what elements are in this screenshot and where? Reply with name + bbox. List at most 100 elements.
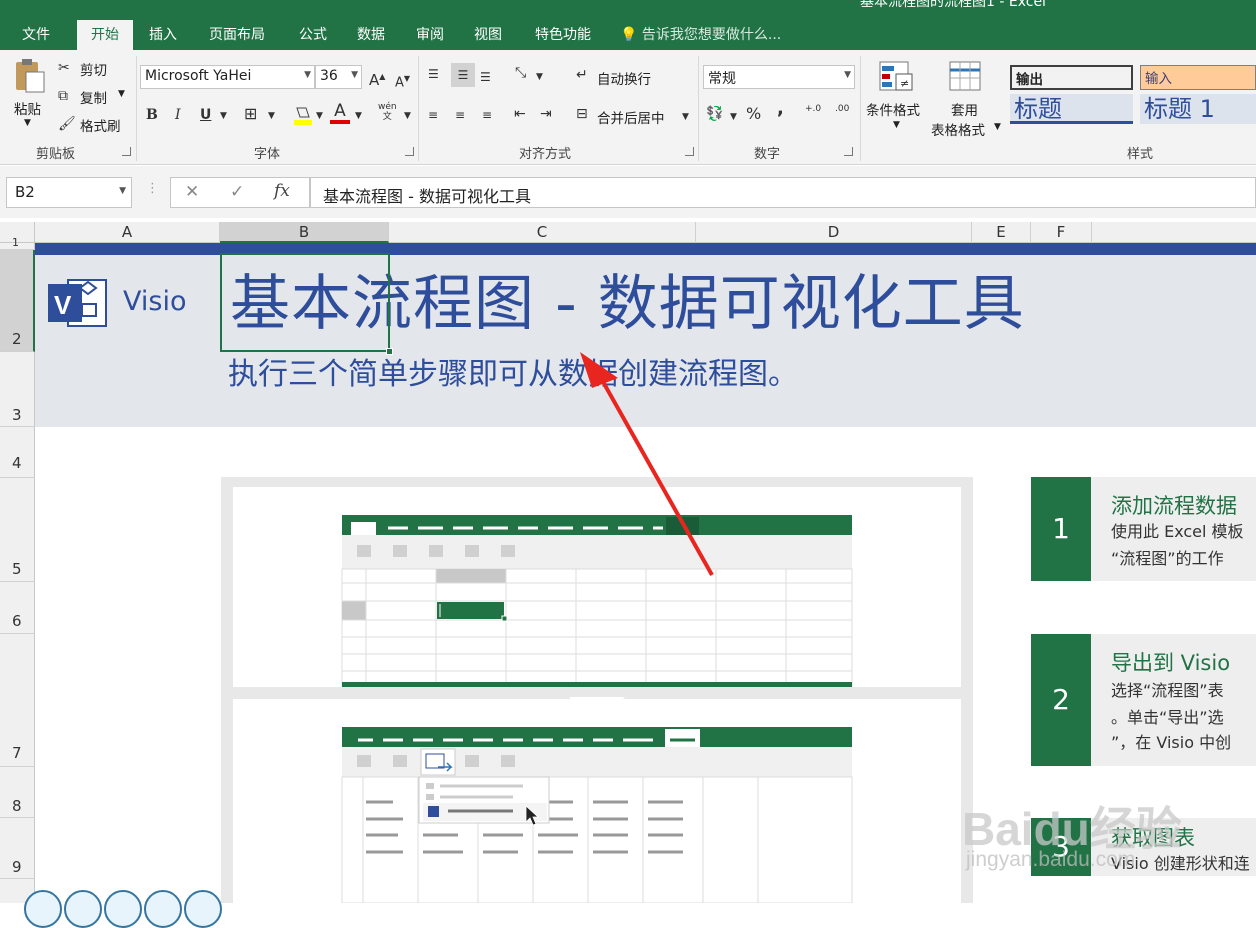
tell-me-box[interactable]: 💡 告诉我您想要做什么... bbox=[620, 20, 810, 50]
wrap-text-icon[interactable]: ↵ bbox=[576, 66, 588, 84]
format-as-table-icon[interactable] bbox=[948, 60, 984, 99]
row-header-1[interactable]: 1 bbox=[0, 237, 35, 250]
cancel-icon[interactable]: ✕ bbox=[185, 182, 199, 202]
align-middle-icon[interactable]: ☰ bbox=[451, 63, 475, 87]
italic-button[interactable]: I bbox=[175, 106, 181, 124]
align-center-icon[interactable]: ≡ bbox=[455, 106, 465, 124]
chevron-down-icon[interactable]: ▼ bbox=[119, 186, 126, 196]
column-header-f[interactable]: F bbox=[1031, 222, 1092, 243]
formula-bar-grip-icon[interactable]: ⋮ bbox=[146, 181, 159, 196]
merge-icon[interactable]: ⊟ bbox=[576, 105, 588, 123]
orientation-icon[interactable]: ⤡ bbox=[515, 64, 526, 82]
align-top-icon[interactable]: ☰ bbox=[428, 65, 439, 83]
divider bbox=[698, 56, 699, 161]
currency-dropdown-icon[interactable]: ▼ bbox=[730, 108, 737, 126]
column-header-b[interactable]: B bbox=[220, 222, 389, 243]
underline-dropdown-icon[interactable]: ▼ bbox=[220, 107, 227, 125]
row-header-2[interactable]: 2 bbox=[0, 250, 35, 352]
row-header-8[interactable]: 8 bbox=[0, 767, 35, 818]
format-painter-icon[interactable]: 🖌 bbox=[58, 115, 76, 133]
row-header-5[interactable]: 5 bbox=[0, 478, 35, 582]
merge-center-button[interactable]: 合并后居中 bbox=[597, 107, 665, 127]
copy-icon[interactable]: ⧉ bbox=[58, 87, 68, 105]
row-header-3[interactable]: 3 bbox=[0, 352, 35, 427]
alignment-launcher-icon[interactable] bbox=[685, 147, 694, 156]
increase-indent-icon[interactable]: ⇥ bbox=[540, 105, 552, 123]
paste-label[interactable]: 粘贴 bbox=[14, 98, 41, 118]
insert-function-icon[interactable]: fx bbox=[274, 181, 290, 201]
tab-review[interactable]: 审阅 bbox=[404, 20, 456, 50]
format-table-label-1[interactable]: 套用 bbox=[951, 99, 978, 119]
tab-file[interactable]: 文件 bbox=[8, 20, 64, 50]
font-color-dropdown-icon[interactable]: ▼ bbox=[355, 107, 362, 125]
fill-handle[interactable] bbox=[386, 348, 393, 355]
pinyin-dropdown-icon[interactable]: ▼ bbox=[404, 107, 411, 125]
percent-button[interactable]: % bbox=[746, 105, 761, 123]
increase-decimal-button[interactable]: +.0 bbox=[805, 105, 821, 114]
wrap-text-button[interactable]: 自动换行 bbox=[597, 68, 651, 88]
style-heading1[interactable]: 标题 1 bbox=[1140, 94, 1256, 124]
tab-view[interactable]: 视图 bbox=[462, 20, 514, 50]
border-icon[interactable]: ⊞ bbox=[244, 105, 257, 123]
pinyin-button[interactable]: wén 文 bbox=[378, 102, 397, 122]
font-launcher-icon[interactable] bbox=[405, 147, 414, 156]
font-name-select[interactable]: Microsoft YaHei ▼ bbox=[140, 65, 315, 89]
column-header-c[interactable]: C bbox=[389, 222, 696, 243]
merge-dropdown-icon[interactable]: ▼ bbox=[682, 108, 689, 126]
font-size-select[interactable]: 36 ▼ bbox=[315, 65, 362, 89]
tab-insert[interactable]: 插入 bbox=[137, 20, 189, 50]
conditional-format-button[interactable]: 条件格式 bbox=[866, 99, 920, 119]
row-header-6[interactable]: 6 bbox=[0, 582, 35, 634]
number-launcher-icon[interactable] bbox=[844, 147, 853, 156]
enter-icon[interactable]: ✓ bbox=[230, 182, 244, 202]
underline-button[interactable]: U bbox=[200, 106, 211, 124]
paste-dropdown-icon[interactable]: ▼ bbox=[24, 118, 31, 128]
align-right-icon[interactable]: ≡ bbox=[482, 106, 492, 124]
number-format-select[interactable]: 常规 ▼ bbox=[703, 65, 855, 89]
paste-icon[interactable] bbox=[12, 58, 46, 94]
row-header-7[interactable]: 7 bbox=[0, 634, 35, 767]
cut-button[interactable]: 剪切 bbox=[80, 59, 107, 79]
align-bottom-icon[interactable]: ☰ bbox=[480, 68, 491, 86]
clipboard-launcher-icon[interactable] bbox=[122, 147, 131, 156]
format-table-label-2[interactable]: 表格格式 bbox=[931, 119, 985, 139]
row-header-4[interactable]: 4 bbox=[0, 427, 35, 478]
decrease-indent-icon[interactable]: ⇤ bbox=[514, 105, 526, 123]
style-input[interactable]: 输入 bbox=[1140, 65, 1256, 90]
tab-page-layout[interactable]: 页面布局 bbox=[197, 20, 277, 50]
scissors-icon[interactable]: ✂ bbox=[58, 59, 70, 77]
column-header-a[interactable]: A bbox=[35, 222, 220, 243]
column-header-d[interactable]: D bbox=[696, 222, 972, 243]
shrink-font-glyph: A bbox=[395, 75, 404, 91]
copy-dropdown-icon[interactable]: ▼ bbox=[118, 89, 125, 99]
tab-home[interactable]: 开始 bbox=[77, 20, 133, 50]
style-output[interactable]: 输出 bbox=[1010, 65, 1133, 90]
tab-formulas[interactable]: 公式 bbox=[287, 20, 339, 50]
conditional-format-icon[interactable]: ≠ bbox=[878, 60, 914, 99]
shrink-font-button[interactable]: A▼ bbox=[395, 70, 410, 92]
fill-dropdown-icon[interactable]: ▼ bbox=[316, 107, 323, 125]
name-box[interactable]: B2 ▼ bbox=[6, 177, 132, 208]
format-table-dropdown-icon[interactable]: ▼ bbox=[994, 122, 1001, 132]
active-cell-selection[interactable] bbox=[220, 253, 393, 355]
font-color-button[interactable]: A bbox=[330, 102, 350, 124]
align-left-icon[interactable]: ≡ bbox=[428, 106, 438, 124]
bold-button[interactable]: B bbox=[146, 106, 158, 124]
row-header-9[interactable]: 9 bbox=[0, 818, 35, 879]
column-header-e[interactable]: E bbox=[972, 222, 1031, 243]
orientation-dropdown-icon[interactable]: ▼ bbox=[536, 68, 543, 86]
comma-button[interactable]: , bbox=[777, 100, 784, 118]
style-heading[interactable]: 标题 bbox=[1010, 94, 1133, 124]
decrease-decimal-button[interactable]: .00 bbox=[835, 105, 849, 114]
conditional-format-dropdown-icon[interactable]: ▼ bbox=[893, 120, 900, 130]
tab-data[interactable]: 数据 bbox=[345, 20, 397, 50]
tab-special[interactable]: 特色功能 bbox=[522, 20, 604, 50]
chevron-down-icon: ▼ bbox=[304, 70, 311, 80]
fill-color-icon[interactable] bbox=[292, 104, 314, 131]
copy-button[interactable]: 复制 bbox=[80, 87, 107, 107]
grow-font-button[interactable]: A▲ bbox=[369, 68, 385, 89]
currency-icon[interactable]: 💱 bbox=[706, 105, 723, 123]
border-dropdown-icon[interactable]: ▼ bbox=[268, 107, 275, 125]
formula-input[interactable]: 基本流程图 - 数据可视化工具 bbox=[310, 177, 1256, 208]
format-painter-button[interactable]: 格式刷 bbox=[80, 115, 121, 135]
